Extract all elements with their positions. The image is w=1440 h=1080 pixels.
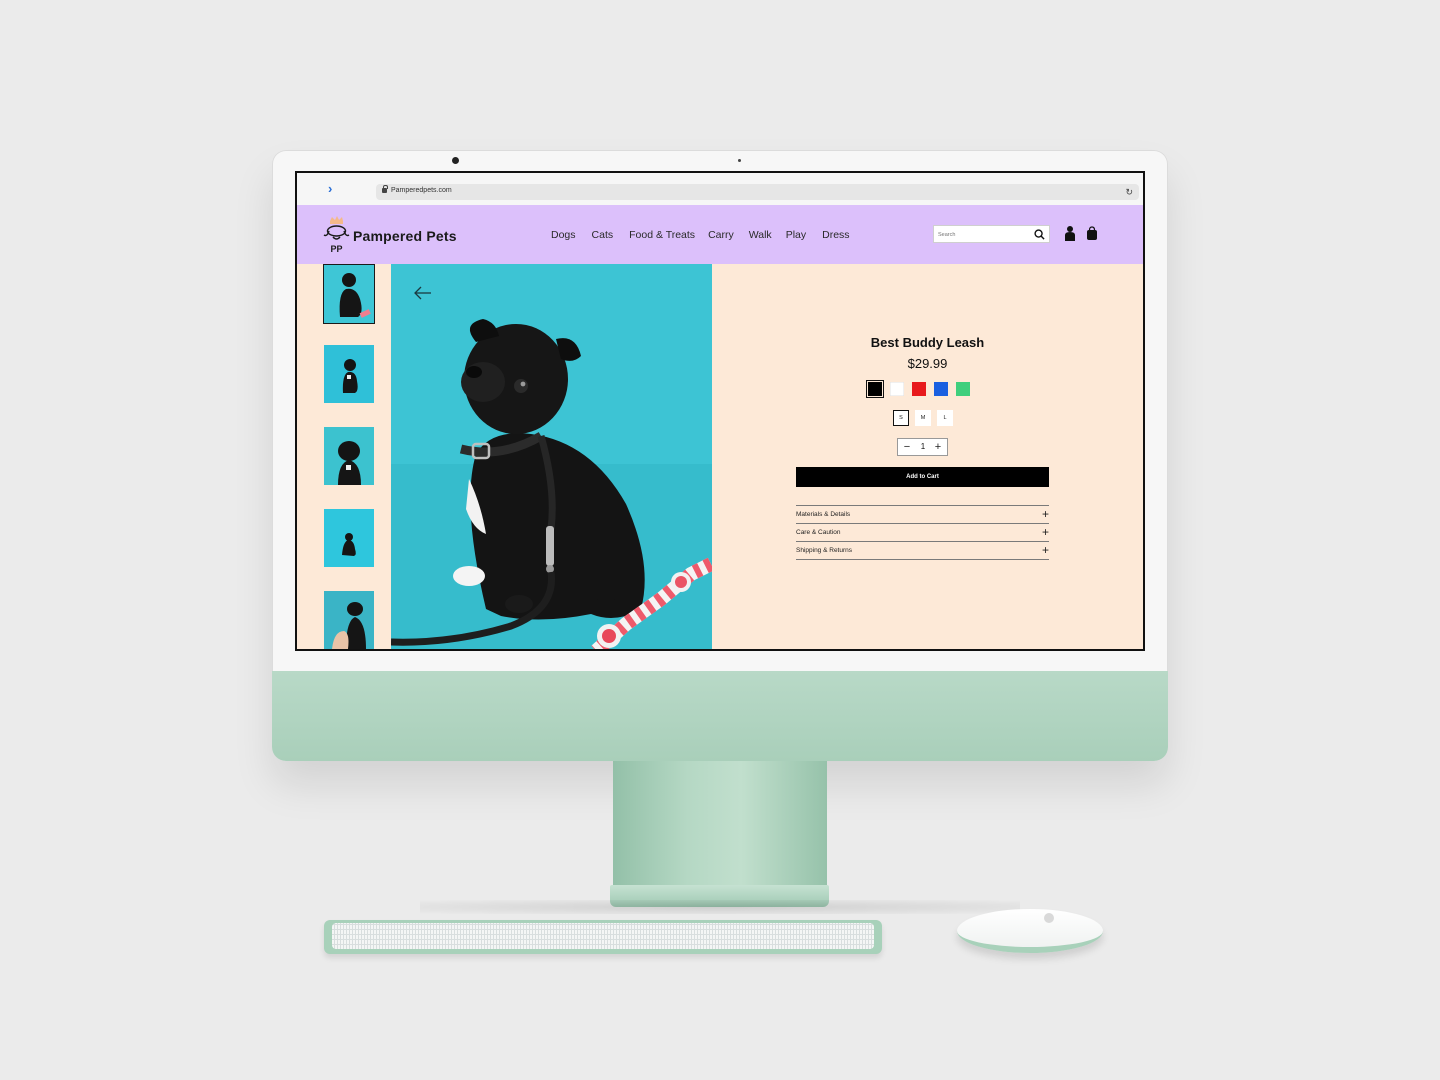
screen: › Pamperedpets.com ↻ PP Pampered Pets Do… xyxy=(295,171,1145,651)
imac-stand xyxy=(613,761,827,889)
address-bar[interactable]: Pamperedpets.com ↻ xyxy=(376,184,1139,200)
pug-puppy-photo xyxy=(391,264,712,649)
floor-shadow xyxy=(420,900,1020,914)
keyboard-keys xyxy=(332,923,874,949)
accordion-shipping-returns[interactable]: Shipping & Returns + xyxy=(796,542,1049,560)
apple-logo-icon xyxy=(1044,913,1054,923)
search-input[interactable] xyxy=(938,229,1028,240)
nav-item-carry[interactable]: Carry xyxy=(708,229,734,241)
logo-monogram: PP xyxy=(330,244,342,254)
nav-item-play[interactable]: Play xyxy=(786,229,806,241)
color-swatches xyxy=(866,380,970,398)
accordion-label: Shipping & Returns xyxy=(796,547,853,554)
color-swatch-black[interactable] xyxy=(866,380,884,398)
account-icon[interactable] xyxy=(1064,225,1076,241)
url-text: Pamperedpets.com xyxy=(391,187,452,194)
size-button-m[interactable]: M xyxy=(915,410,931,426)
thumbnail-4[interactable] xyxy=(324,509,374,567)
color-swatch-blue[interactable] xyxy=(934,382,948,396)
search-icon[interactable] xyxy=(1034,229,1045,240)
product-page: Best Buddy Leash $29.99 S M L − 1 + Add … xyxy=(297,264,1143,649)
nav-item-walk[interactable]: Walk xyxy=(749,229,772,241)
quantity-increase-button[interactable]: + xyxy=(931,440,945,454)
magic-mouse xyxy=(957,909,1103,953)
thumbnail-5[interactable] xyxy=(324,591,374,649)
accordion-label: Care & Caution xyxy=(796,529,841,536)
keyboard xyxy=(324,920,882,954)
nav-item-dress[interactable]: Dress xyxy=(822,229,849,241)
brand-name[interactable]: Pampered Pets xyxy=(353,228,457,244)
product-price: $29.99 xyxy=(907,356,948,371)
imac-chin xyxy=(272,671,1168,761)
thumbnail-2[interactable] xyxy=(324,345,374,403)
back-arrow-icon[interactable] xyxy=(413,286,433,300)
nav-item-dogs[interactable]: Dogs xyxy=(551,229,576,241)
plus-icon: + xyxy=(1041,543,1049,557)
product-info-accordion: Materials & Details + Care & Caution + S… xyxy=(796,505,1049,560)
plus-icon: + xyxy=(1041,525,1049,539)
thumbnail-image xyxy=(324,265,374,323)
color-swatch-green[interactable] xyxy=(956,382,970,396)
quantity-decrease-button[interactable]: − xyxy=(900,440,914,454)
sidebar-toggle-chevron-icon[interactable]: › xyxy=(328,182,332,195)
product-details: Best Buddy Leash $29.99 S M L − 1 + Add … xyxy=(712,264,1143,649)
quantity-value: 1 xyxy=(920,442,926,451)
accordion-label: Materials & Details xyxy=(796,511,851,518)
main-nav: Dogs Cats Food & Treats Carry Walk Play … xyxy=(551,229,866,241)
lock-icon xyxy=(382,185,388,193)
color-swatch-red[interactable] xyxy=(912,382,926,396)
shopping-bag-icon[interactable] xyxy=(1086,226,1098,240)
thumbnail-image xyxy=(324,509,374,567)
quantity-stepper: − 1 + xyxy=(897,438,948,456)
product-title: Best Buddy Leash xyxy=(870,335,985,350)
pampered-pets-logo[interactable]: PP xyxy=(321,215,351,255)
nav-item-food-treats[interactable]: Food & Treats xyxy=(629,229,695,241)
add-to-cart-button[interactable]: Add to Cart xyxy=(796,467,1049,487)
color-swatch-white[interactable] xyxy=(890,382,904,396)
size-button-l[interactable]: L xyxy=(937,410,953,426)
thumbnail-rail xyxy=(297,264,391,649)
nav-item-cats[interactable]: Cats xyxy=(592,229,614,241)
search-box xyxy=(933,225,1050,243)
plus-icon: + xyxy=(1041,507,1049,521)
browser-toolbar: › Pamperedpets.com ↻ xyxy=(297,173,1143,205)
reload-icon[interactable]: ↻ xyxy=(1125,186,1133,198)
accordion-materials-details[interactable]: Materials & Details + xyxy=(796,506,1049,524)
camera-indicator xyxy=(738,159,741,162)
size-button-s[interactable]: S xyxy=(893,410,909,426)
size-selector: S M L xyxy=(893,410,953,426)
main-product-image xyxy=(391,264,712,649)
site-header: PP Pampered Pets Dogs Cats Food & Treats… xyxy=(297,205,1143,264)
thumbnail-image xyxy=(324,345,374,403)
accordion-care-caution[interactable]: Care & Caution + xyxy=(796,524,1049,542)
thumbnail-1[interactable] xyxy=(323,264,375,324)
thumbnail-image xyxy=(324,591,374,649)
thumbnail-image xyxy=(324,427,374,485)
webcam xyxy=(452,157,459,164)
thumbnail-3[interactable] xyxy=(324,427,374,485)
